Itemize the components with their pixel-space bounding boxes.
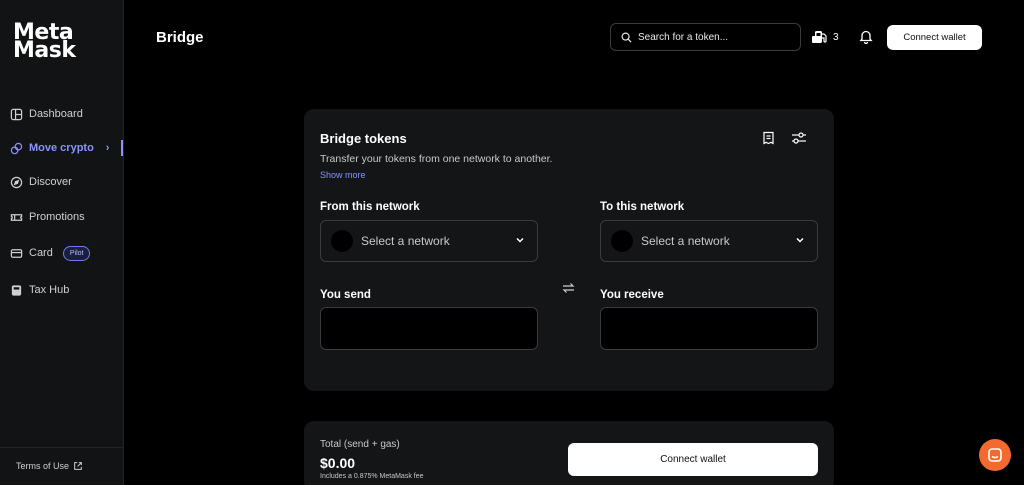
- receive-amount-field: [600, 307, 818, 350]
- settings-button[interactable]: [790, 129, 808, 147]
- you-send-label: You send: [320, 289, 371, 301]
- chevron-down-icon: [795, 235, 805, 245]
- gas-count: 3: [833, 32, 839, 43]
- receipt-icon: [762, 131, 775, 145]
- bell-icon: [859, 29, 873, 44]
- compass-icon: [10, 176, 23, 189]
- notifications-button[interactable]: [859, 29, 873, 49]
- sidebar-item-label: Dashboard: [29, 108, 83, 120]
- token-search[interactable]: [610, 23, 801, 51]
- sidebar-item-label: Discover: [29, 176, 72, 188]
- sidebar: Meta Mask Dashboard Move crypto › Discov…: [0, 0, 124, 485]
- active-indicator: [121, 140, 123, 156]
- chevron-down-icon: [515, 235, 525, 245]
- gas-pump-icon: [812, 30, 828, 44]
- connect-wallet-button[interactable]: Connect wallet: [887, 25, 982, 50]
- sidebar-item-card[interactable]: Card Pilot: [10, 243, 124, 263]
- to-network-select[interactable]: Select a network: [600, 220, 818, 262]
- terms-of-use-link[interactable]: Terms of Use: [16, 461, 83, 471]
- bridge-description: Transfer your tokens from one network to…: [320, 153, 552, 165]
- gas-station-button[interactable]: 3: [812, 30, 839, 44]
- external-link-icon: [73, 461, 83, 471]
- sidebar-item-discover[interactable]: Discover: [10, 172, 124, 192]
- metamask-logo[interactable]: Meta Mask: [13, 24, 75, 60]
- sidebar-item-dashboard[interactable]: Dashboard: [10, 104, 124, 124]
- page-title: Bridge: [156, 29, 204, 46]
- support-chat-button[interactable]: [979, 439, 1011, 471]
- network-placeholder-icon: [611, 230, 633, 252]
- connect-wallet-main-button[interactable]: Connect wallet: [568, 443, 818, 476]
- from-network-label: From this network: [320, 201, 420, 213]
- network-placeholder-icon: [331, 230, 353, 252]
- to-network-label: To this network: [600, 201, 684, 213]
- fee-note: Includes a 0.875% MetaMask fee: [320, 473, 424, 480]
- total-value: $0.00: [320, 455, 355, 471]
- sidebar-item-label: Card: [29, 247, 53, 259]
- you-receive-label: You receive: [600, 289, 664, 301]
- chevron-right-icon: ›: [106, 142, 110, 154]
- chat-icon: [987, 447, 1003, 463]
- sidebar-item-move-crypto[interactable]: Move crypto ›: [10, 138, 124, 158]
- search-icon: [621, 32, 632, 43]
- swap-arrows-icon: [562, 282, 575, 294]
- summary-card: Total (send + gas) $0.00 Includes a 0.87…: [304, 421, 834, 485]
- swap-networks-button[interactable]: [562, 281, 575, 299]
- search-input[interactable]: [638, 32, 788, 43]
- calculator-icon: [10, 284, 23, 297]
- sidebar-item-label: Move crypto: [29, 142, 94, 154]
- bridge-card: Bridge tokens Transfer your tokens from …: [304, 109, 834, 391]
- ticket-icon: [10, 211, 23, 224]
- dashboard-icon: [10, 108, 23, 121]
- sidebar-item-label: Tax Hub: [29, 284, 69, 296]
- card-icon: [10, 247, 23, 260]
- show-more-link[interactable]: Show more: [320, 170, 366, 180]
- bridge-title: Bridge tokens: [320, 131, 407, 146]
- sidebar-item-promotions[interactable]: Promotions: [10, 207, 124, 227]
- sidebar-footer: Terms of Use: [0, 447, 124, 485]
- from-network-select[interactable]: Select a network: [320, 220, 538, 262]
- total-label: Total (send + gas): [320, 439, 400, 450]
- sliders-icon: [791, 131, 807, 145]
- sidebar-item-label: Promotions: [29, 211, 85, 223]
- sidebar-item-tax-hub[interactable]: Tax Hub: [10, 280, 124, 300]
- history-button[interactable]: [759, 129, 777, 147]
- pilot-badge: Pilot: [63, 246, 91, 261]
- move-crypto-icon: [10, 142, 23, 155]
- send-amount-input[interactable]: [320, 307, 538, 350]
